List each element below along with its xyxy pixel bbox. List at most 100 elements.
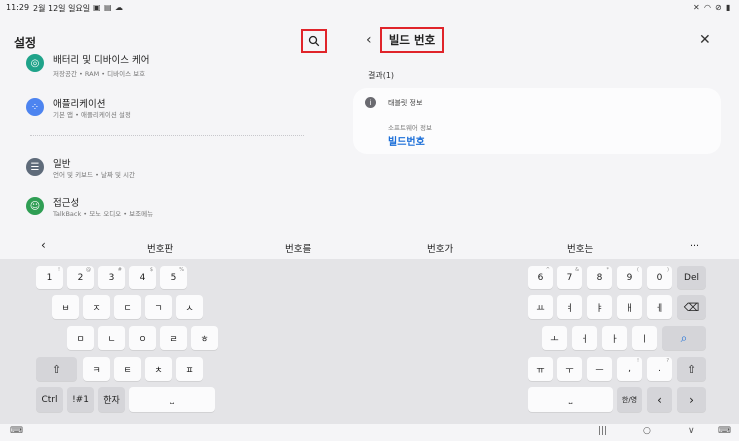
apps-icon: ⁘ <box>26 98 44 116</box>
key-chieut[interactable]: ㅊ <box>145 357 172 381</box>
key-ae[interactable]: ㅐ <box>617 295 642 319</box>
cloud-icon: ☁ <box>115 3 123 12</box>
key-pieup[interactable]: ㅍ <box>176 357 203 381</box>
key-7[interactable]: 7 & <box>557 266 582 289</box>
search-input[interactable]: 빌드 번호 <box>380 27 444 53</box>
key-u[interactable]: ㅜ <box>557 357 582 381</box>
settings-item-accessibility[interactable]: ☺ 접근성 TalkBack • 모노 오디오 • 보조메뉴 <box>26 193 316 227</box>
delete-key[interactable]: Del <box>677 266 706 289</box>
key-ieung[interactable]: ㅇ <box>129 326 156 350</box>
key-rieul[interactable]: ㄹ <box>160 326 187 350</box>
back-button[interactable]: ‹ <box>366 32 372 48</box>
results-count: 결과(1) <box>368 71 395 80</box>
gallery-icon: ▣ <box>93 3 101 12</box>
key-3[interactable]: 3 # <box>98 266 125 289</box>
result-header: 태블릿 정보 <box>388 99 423 107</box>
settings-item-apps[interactable]: ⁘ 애플리케이션 기본 앱 • 애플리케이션 설정 <box>26 94 316 128</box>
key-eu[interactable]: ㅡ <box>587 357 612 381</box>
suggestion-back-button[interactable]: ‹ <box>41 238 46 252</box>
backspace-key[interactable]: ⌫ <box>677 295 706 319</box>
mute-icon: ✕ <box>693 3 700 12</box>
key-8[interactable]: 8 * <box>587 266 612 289</box>
key-0[interactable]: 0) <box>647 266 672 289</box>
settings-item-general[interactable]: ☰ 일반 언어 및 키보드 • 날짜 및 시간 <box>26 154 316 188</box>
key-eo[interactable]: ㅓ <box>572 326 597 350</box>
search-key[interactable]: ⌕ <box>662 326 706 350</box>
hanja-key[interactable]: 한자 <box>98 387 125 412</box>
keyboard-switch-icon[interactable]: ⌨ <box>718 426 731 436</box>
space-key[interactable]: ⎵ <box>129 387 215 412</box>
home-button[interactable]: ○ <box>643 426 651 436</box>
suggestion-bar: ‹ 번호판 번호를 번호가 번호는 ··· <box>0 237 739 259</box>
info-icon: i <box>365 97 376 108</box>
settings-item-title: 일반 <box>53 159 71 170</box>
settings-item-title: 접근성 <box>53 198 80 209</box>
key-a[interactable]: ㅏ <box>602 326 627 350</box>
divider <box>30 135 304 136</box>
symbols-key[interactable]: !#1 <box>67 387 94 412</box>
key-9[interactable]: 9( <box>617 266 642 289</box>
search-result-card[interactable]: i 태블릿 정보 소프트웨어 정보 빌드번호 <box>353 88 721 154</box>
suggestion-item[interactable]: 번호는 <box>567 241 593 255</box>
key-4[interactable]: 4 $ <box>129 266 156 289</box>
status-time: 11:29 <box>6 3 30 12</box>
message-icon: ▤ <box>104 3 112 12</box>
key-1[interactable]: 1! <box>36 266 63 289</box>
key-ya[interactable]: ㅑ <box>587 295 612 319</box>
cursor-right-key[interactable]: › <box>677 387 706 412</box>
key-period[interactable]: .? <box>647 357 672 381</box>
key-6[interactable]: 6 ^ <box>528 266 553 289</box>
key-hieut[interactable]: ㅎ <box>191 326 218 350</box>
cursor-left-key[interactable]: ‹ <box>647 387 672 412</box>
key-comma[interactable]: ,! <box>617 357 642 381</box>
settings-item-sub: 저장공간 • RAM • 디바이스 보호 <box>53 70 146 78</box>
key-yu[interactable]: ㅠ <box>528 357 553 381</box>
wifi-icon: ◠ <box>704 3 711 12</box>
general-icon: ☰ <box>26 158 44 176</box>
key-kieuk[interactable]: ㅋ <box>83 357 110 381</box>
key-2[interactable]: 2 @ <box>67 266 94 289</box>
close-button[interactable]: ✕ <box>699 32 711 48</box>
key-5[interactable]: 5% <box>160 266 187 289</box>
result-path: 소프트웨어 정보 <box>388 124 432 132</box>
search-button[interactable] <box>301 29 327 53</box>
result-title[interactable]: 빌드번호 <box>388 133 425 148</box>
key-jieut[interactable]: ㅈ <box>83 295 110 319</box>
language-key[interactable]: 한/영 <box>617 387 642 412</box>
back-nav-button[interactable]: ∨ <box>688 426 695 436</box>
suggestion-item[interactable]: 번호가 <box>427 241 453 255</box>
key-e[interactable]: ㅔ <box>647 295 672 319</box>
settings-title: 설정 <box>14 36 37 50</box>
key-siot[interactable]: ㅅ <box>176 295 203 319</box>
navigation-bar: ⌨ ||| ○ ∨ ⌨ <box>0 424 739 441</box>
key-yo[interactable]: ㅛ <box>528 295 553 319</box>
key-digeut[interactable]: ㄷ <box>114 295 141 319</box>
settings-item-device-care[interactable]: ◎ 배터리 및 디바이스 케어 저장공간 • RAM • 디바이스 보호 <box>26 54 316 80</box>
search-icon <box>308 35 320 47</box>
device-care-icon: ◎ <box>26 54 44 72</box>
key-nieun[interactable]: ㄴ <box>98 326 125 350</box>
recent-apps-button[interactable]: ||| <box>598 426 607 436</box>
space-key-right[interactable]: ⎵ <box>528 387 613 412</box>
battery-icon: ▮ <box>726 3 731 12</box>
key-giyeok[interactable]: ㄱ <box>145 295 172 319</box>
accessibility-icon: ☺ <box>26 197 44 215</box>
ctrl-key[interactable]: Ctrl <box>36 387 63 412</box>
chevron-left-icon: ‹ <box>366 32 372 48</box>
key-o[interactable]: ㅗ <box>542 326 567 350</box>
key-tieut[interactable]: ㅌ <box>114 357 141 381</box>
key-yeo[interactable]: ㅕ <box>557 295 582 319</box>
key-bieup[interactable]: ㅂ <box>52 295 79 319</box>
suggestion-item[interactable]: 번호판 <box>147 241 173 255</box>
settings-item-sub: TalkBack • 모노 오디오 • 보조메뉴 <box>53 210 154 218</box>
suggestion-item[interactable]: 번호를 <box>285 241 311 255</box>
key-i[interactable]: ㅣ <box>632 326 657 350</box>
more-icon[interactable]: ··· <box>690 241 699 252</box>
key-mieum[interactable]: ㅁ <box>67 326 94 350</box>
settings-item-title: 배터리 및 디바이스 케어 <box>53 55 150 66</box>
keyboard-hide-icon[interactable]: ⌨ <box>10 426 23 436</box>
shift-key-right[interactable]: ⇧ <box>677 357 706 381</box>
settings-item-sub: 언어 및 키보드 • 날짜 및 시간 <box>53 171 136 179</box>
status-bar: 11:29 2월 12일 일요일 ▣ ▤ ☁ ✕ ◠ ⊘ ▮ <box>0 0 739 16</box>
shift-key[interactable]: ⇧ <box>36 357 77 381</box>
